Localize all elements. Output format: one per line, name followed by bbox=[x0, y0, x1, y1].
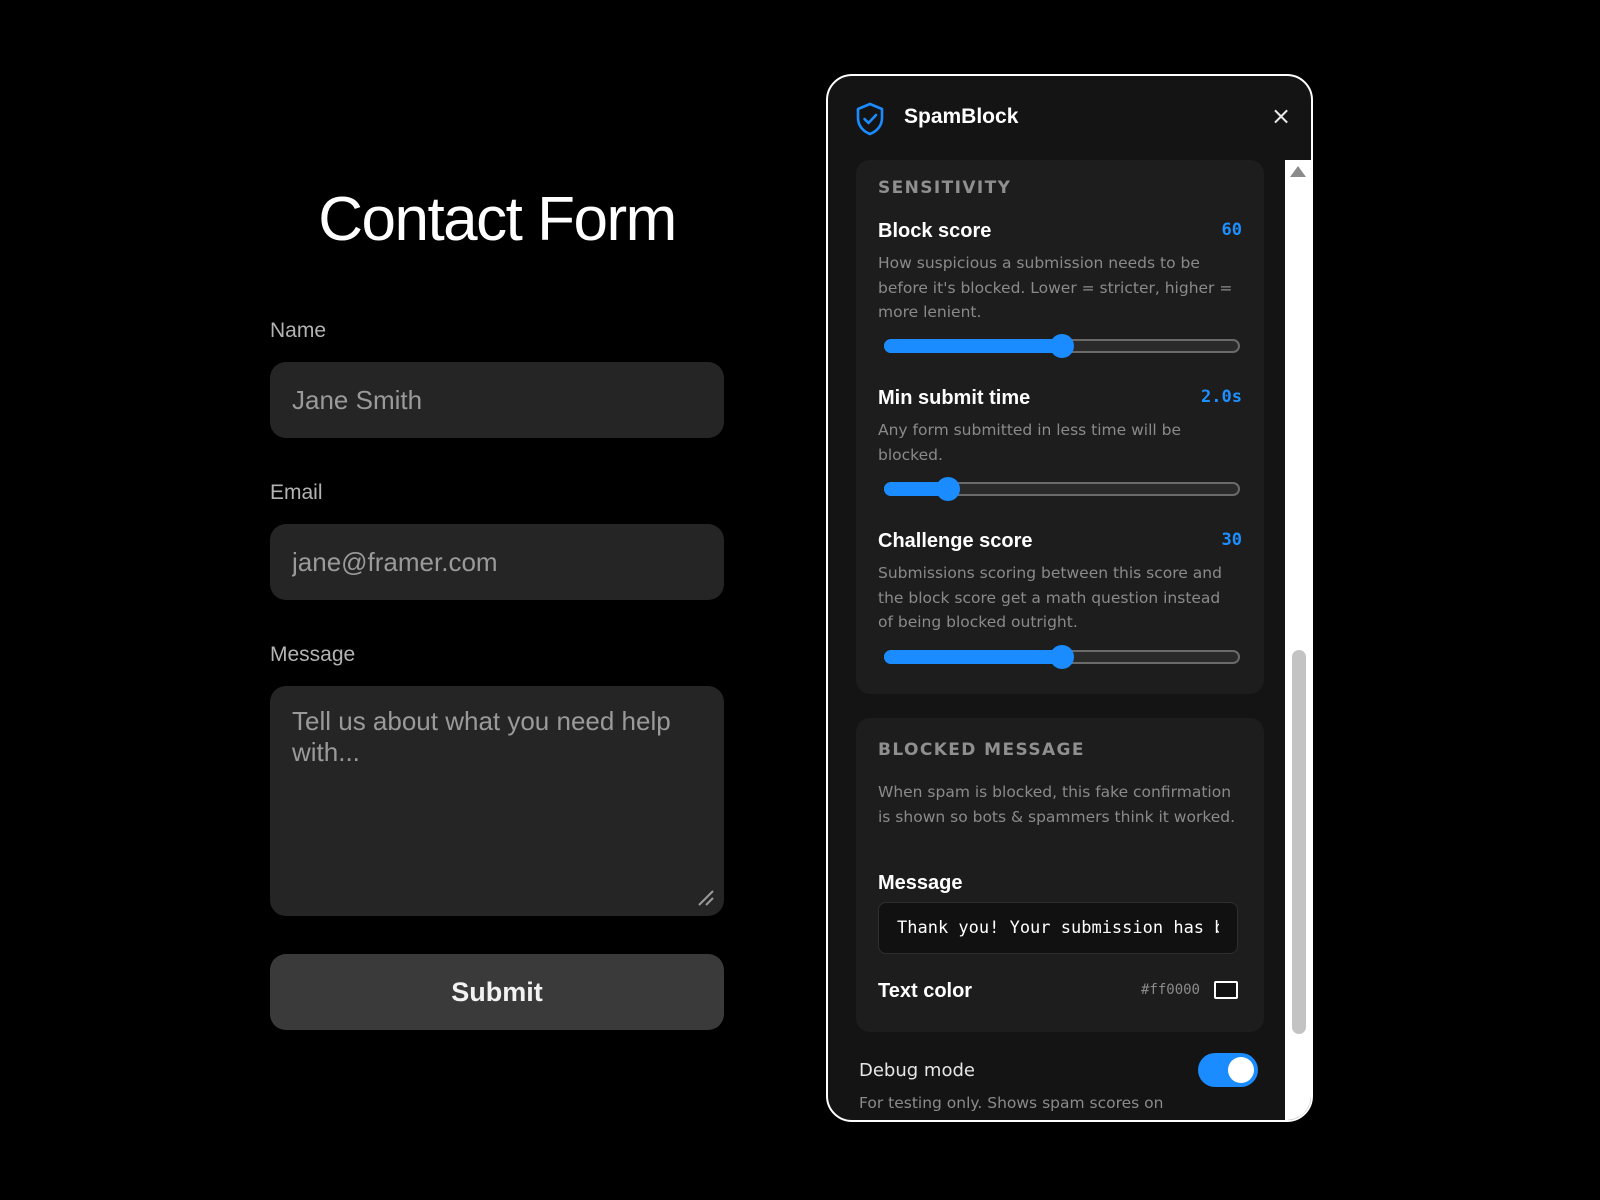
form-title: Contact Form bbox=[318, 185, 677, 254]
section-title-sensitivity: SENSITIVITY bbox=[878, 178, 1012, 198]
scroll-thumb[interactable] bbox=[1292, 650, 1306, 1034]
challenge-score-setting: Challenge score 30 Submissions scoring b… bbox=[878, 530, 1242, 680]
slider-knob[interactable] bbox=[1050, 334, 1074, 358]
challenge-score-label: Challenge score bbox=[878, 530, 1033, 552]
panel-title: SpamBlock bbox=[904, 105, 1019, 128]
block-score-description: How suspicious a submission needs to be … bbox=[878, 254, 1233, 321]
min-submit-time-setting: Min submit time 2.0s Any form submitted … bbox=[878, 387, 1242, 517]
min-submit-time-value: 2.0s bbox=[1201, 387, 1242, 407]
debug-mode-label: Debug mode bbox=[859, 1060, 975, 1081]
challenge-score-description: Submissions scoring between this score a… bbox=[878, 564, 1222, 631]
message-field-label: Message bbox=[878, 872, 963, 894]
spamblock-panel: SpamBlock × SENSITIVITY Block score 60 H… bbox=[826, 74, 1313, 1122]
debug-mode-toggle[interactable] bbox=[1198, 1053, 1258, 1087]
name-label: Name bbox=[270, 319, 327, 342]
scroll-up-arrow-icon[interactable] bbox=[1290, 166, 1306, 177]
min-submit-time-slider[interactable] bbox=[884, 477, 1240, 501]
text-color-label: Text color bbox=[878, 980, 973, 1002]
slider-knob[interactable] bbox=[936, 477, 961, 501]
shield-check-icon bbox=[856, 102, 884, 136]
min-submit-time-label: Min submit time bbox=[878, 387, 1031, 409]
block-score-setting: Block score 60 How suspicious a submissi… bbox=[878, 220, 1242, 370]
panel-scrollbar[interactable] bbox=[1285, 160, 1311, 1120]
toggle-knob bbox=[1228, 1057, 1254, 1083]
close-icon[interactable]: × bbox=[1269, 102, 1293, 130]
message-placeholder: Tell us about what you need help with... bbox=[292, 706, 671, 767]
submit-button[interactable]: Submit bbox=[270, 954, 724, 1030]
text-color-swatch[interactable] bbox=[1214, 981, 1238, 999]
email-input[interactable] bbox=[270, 524, 724, 600]
blocked-message-input[interactable] bbox=[878, 902, 1238, 954]
blocked-message-card: BLOCKED MESSAGE When spam is blocked, th… bbox=[856, 718, 1264, 1032]
challenge-score-value: 30 bbox=[1221, 530, 1242, 550]
slider-fill bbox=[884, 650, 1062, 664]
panel-header: SpamBlock × bbox=[828, 76, 1311, 160]
message-label: Message bbox=[270, 643, 356, 666]
settings-scroll-area[interactable]: SENSITIVITY Block score 60 How suspiciou… bbox=[828, 160, 1311, 1120]
slider-fill bbox=[884, 339, 1062, 353]
sensitivity-card: SENSITIVITY Block score 60 How suspiciou… bbox=[856, 160, 1264, 694]
message-textarea[interactable]: Tell us about what you need help with... bbox=[270, 686, 724, 916]
block-score-label: Block score bbox=[878, 220, 992, 242]
text-color-hex: #ff0000 bbox=[1140, 982, 1200, 998]
contact-form: Contact Form Name Email Message Tell us … bbox=[270, 180, 724, 1030]
slider-knob[interactable] bbox=[1050, 645, 1074, 669]
email-label: Email bbox=[270, 481, 323, 504]
screen: Contact Form Name Email Message Tell us … bbox=[0, 0, 1600, 1200]
name-input[interactable] bbox=[270, 362, 724, 438]
block-score-value: 60 bbox=[1221, 220, 1242, 240]
min-submit-time-description: Any form submitted in less time will be … bbox=[878, 421, 1182, 464]
challenge-score-slider[interactable] bbox=[884, 645, 1240, 669]
section-title-blocked-message: BLOCKED MESSAGE bbox=[878, 740, 1085, 760]
block-score-slider[interactable] bbox=[884, 334, 1240, 358]
blocked-message-description: When spam is blocked, this fake confirma… bbox=[878, 783, 1236, 826]
debug-mode-description: For testing only. Shows spam scores on bbox=[859, 1094, 1164, 1112]
resize-grip-icon[interactable] bbox=[696, 888, 714, 906]
